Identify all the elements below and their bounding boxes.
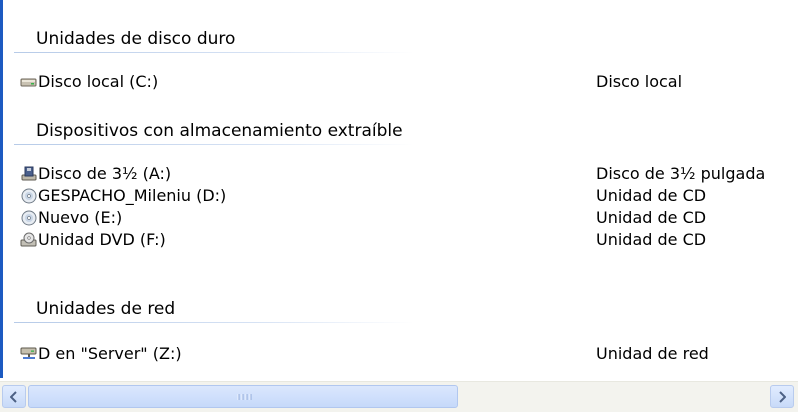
group-header-network: Unidades de red [36,299,176,319]
drive-name: Disco local (C:) [38,72,159,91]
drive-name: Disco de 3½ (A:) [38,164,172,183]
list-item-drive-f[interactable]: Unidad DVD (F:) Unidad de CD [20,229,798,251]
drive-type: Unidad de red [596,344,709,363]
drive-type: Disco de 3½ pulgada [596,164,766,183]
horizontal-scrollbar[interactable] [0,381,798,412]
floppy-drive-icon [20,166,38,182]
group-header-hard-drives: Unidades de disco duro [36,29,236,49]
drive-type: Unidad de CD [596,186,707,205]
drive-type: Unidad de CD [596,230,707,249]
drive-type: Disco local [596,72,683,91]
group-accent-bar [0,0,3,378]
list-item-drive-c[interactable]: Disco local (C:) Disco local [20,71,798,93]
group-header-removable: Dispositivos con almacenamiento extraíbl… [36,121,403,141]
hard-drive-icon [20,74,38,90]
drive-type: Unidad de CD [596,208,707,227]
scroll-right-button[interactable] [770,385,794,408]
group-divider [14,144,414,145]
drive-name: Nuevo (E:) [38,208,123,227]
cd-drive-icon [20,210,38,226]
drive-name: D en "Server" (Z:) [38,344,182,363]
group-divider [14,322,414,323]
drive-list-view: Unidades de disco duro Disco local (C:) … [0,0,798,415]
scrollbar-thumb[interactable] [28,385,458,408]
list-item-drive-z[interactable]: D en "Server" (Z:) Unidad de red [20,343,798,365]
group-divider [14,52,414,53]
list-item-drive-e[interactable]: Nuevo (E:) Unidad de CD [20,207,798,229]
drive-name: GESPACHO_Mileniu (D:) [38,186,227,205]
dvd-drive-icon [20,232,38,248]
drive-name: Unidad DVD (F:) [38,230,166,249]
network-drive-icon [20,346,38,362]
chevron-right-icon [779,391,786,403]
list-item-drive-a[interactable]: Disco de 3½ (A:) Disco de 3½ pulgada [20,163,798,185]
list-item-drive-d[interactable]: GESPACHO_Mileniu (D:) Unidad de CD [20,185,798,207]
cd-drive-icon [20,188,38,204]
grip-icon [237,394,252,400]
chevron-left-icon [10,391,17,403]
scroll-left-button[interactable] [2,385,26,408]
